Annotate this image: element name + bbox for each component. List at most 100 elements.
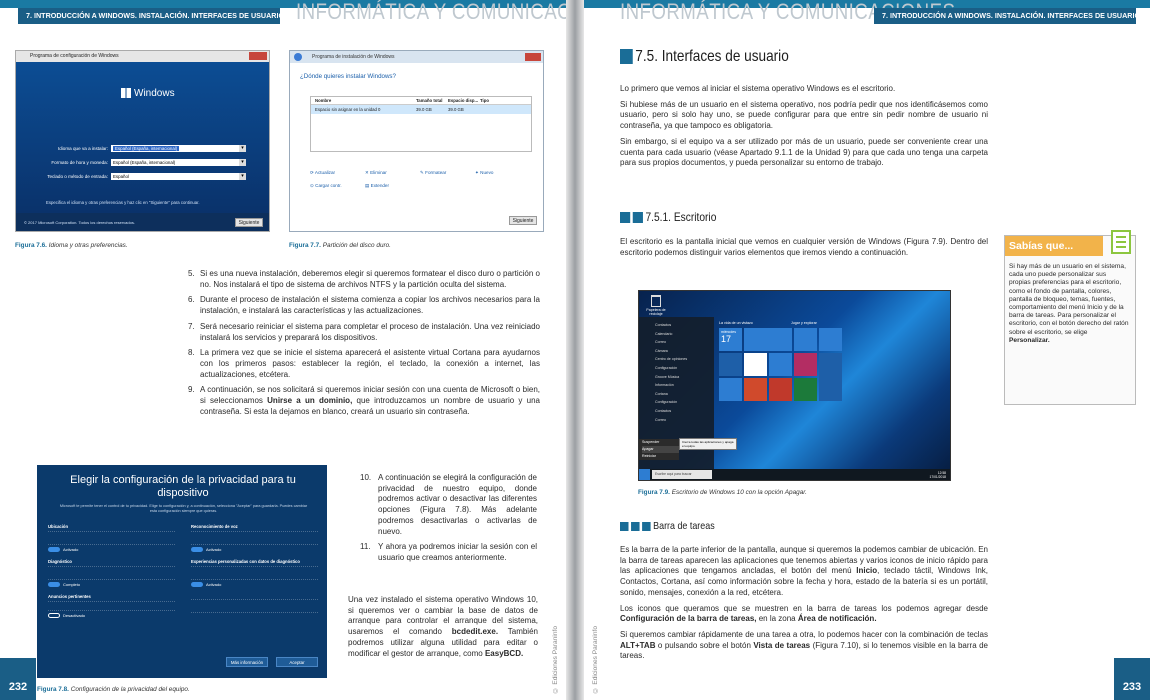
fig79-screenshot: Papelera de reciclaje Contactos Calendar… [638, 290, 951, 481]
tile[interactable] [769, 378, 792, 401]
list-item[interactable]: Correo [655, 338, 710, 347]
new-action[interactable]: ✦ Nuevo [475, 170, 520, 176]
note-icon [1111, 230, 1131, 254]
toggle-switch[interactable] [191, 547, 203, 552]
chevron-down-icon: ▾ [239, 159, 246, 166]
window-titlebar: Programa de instalación de Windows [290, 51, 543, 63]
privacy-option: Reconocimiento de voz Activado [191, 524, 318, 552]
list-item[interactable]: Correo [655, 416, 710, 425]
list-item[interactable]: Configuración [655, 398, 710, 407]
table-header: Nombre Tamaño total Espacio disp... Tipo [311, 97, 531, 105]
window-title: Programa de configuración de Windows [30, 53, 119, 59]
page-number: 233 [1114, 658, 1150, 700]
windows-logo-icon [121, 88, 131, 99]
list-item[interactable]: Cámara [655, 347, 710, 356]
list-item: 5. Si es una nueva instalación, deberemos… [188, 269, 540, 289]
install-question: ¿Dónde quieres instalar Windows? [300, 73, 396, 80]
tile[interactable] [744, 378, 767, 401]
fig78-caption: Figura 7.8. Configuración de la privacid… [37, 686, 190, 693]
tile[interactable] [744, 353, 767, 376]
list-item[interactable]: Groove Música [655, 373, 710, 382]
fig76-screenshot: Programa de configuración de Windows Win… [15, 50, 270, 232]
tile[interactable] [794, 378, 817, 401]
sabias-title: Sabías que... [1005, 236, 1103, 256]
recycle-bin[interactable]: Papelera de reciclaje [645, 295, 667, 316]
partition-table: Nombre Tamaño total Espacio disp... Tipo… [310, 96, 532, 152]
list-item: 9. A continuación, se nos solicitará si q… [188, 385, 540, 416]
list-item: 8. La primera vez que se inicie el sistem… [188, 348, 540, 379]
side-credit: © Ediciones Paraninfo [592, 626, 599, 694]
next-button[interactable]: Siguiente [509, 216, 537, 225]
list-item[interactable]: Contactos [655, 407, 710, 416]
format-select[interactable]: Español (España, internacional) ▾ [111, 159, 246, 166]
close-icon[interactable] [525, 53, 541, 61]
intro-text: Lo primero que vemos al iniciar el siste… [620, 84, 988, 168]
weather-tile[interactable] [794, 328, 817, 351]
fig79-caption: Figura 7.9. Escritorio de Windows 10 con… [638, 489, 807, 496]
toggle-switch[interactable] [48, 547, 60, 552]
app-list: Contactos Calendario Correo Cámara Centr… [639, 317, 714, 424]
clock: 12:58 17/01/2018 [929, 470, 946, 479]
next-button[interactable]: Siguiente [235, 218, 263, 227]
photos-tile[interactable] [769, 353, 792, 376]
shutdown-option[interactable]: Apagar [642, 446, 679, 453]
subsection-heading: 7.5.1. Escritorio [620, 210, 716, 224]
list-item[interactable]: Centro de opiniones [655, 355, 710, 364]
toggle-switch[interactable] [191, 582, 203, 587]
skype-tile[interactable] [719, 378, 742, 401]
load-driver-action[interactable]: ⊙ Cargar contr. [310, 183, 365, 189]
subsubsection-heading: Barra de tareas [620, 520, 715, 532]
start-button-icon[interactable] [639, 469, 650, 480]
accept-button[interactable]: Aceptar [276, 657, 318, 667]
format-action[interactable]: ✎ Formatear [420, 170, 475, 176]
power-menu: Suspender Apagar Reiniciar [639, 439, 679, 460]
list-item[interactable]: Cortana [655, 390, 710, 399]
form-label: Formato de hora y moneda: [51, 160, 108, 165]
left-page: 7. INTRODUCCIÓN A WINDOWS. INSTALACIÓN. … [0, 0, 566, 700]
toggle-switch[interactable] [48, 613, 60, 618]
recycle-bin-icon [651, 295, 661, 307]
book-gutter [566, 0, 584, 700]
calendar-tile[interactable]: miércoles 17 [719, 328, 742, 351]
extend-action[interactable]: ▤ Extender [365, 183, 420, 189]
fig77-caption: Figura 7.7. Partición del disco duro. [289, 242, 391, 249]
list-item[interactable]: Información [655, 381, 710, 390]
mail-tile[interactable] [744, 328, 792, 351]
privacy-option [191, 594, 318, 618]
table-row[interactable]: Espacio sin asignar en la unidad 0 39.0 … [311, 105, 531, 114]
sabias-text: Si hay más de un usuario en el sistema, … [1009, 263, 1129, 344]
restart-option[interactable]: Reiniciar [642, 453, 679, 460]
setup-hint: Especifica el idioma y otras preferencia… [46, 200, 200, 205]
form-row: Idioma que va a instalar: Español (Españ… [36, 145, 246, 152]
section-heading: 7.5. Interfaces de usuario [620, 48, 789, 66]
heading-square-icon [631, 521, 640, 531]
form-label: Teclado o método de entrada: [47, 174, 108, 179]
tile-group-label: Jugar y explorar [791, 321, 817, 325]
steps-list: 5. Si es una nueva instalación, deberemos… [188, 269, 540, 422]
tile[interactable] [794, 353, 817, 376]
list-item: 11. Y ahora ya podremos iniciar la sesión… [360, 542, 537, 562]
search-input[interactable]: Escribe aquí para buscar [652, 470, 712, 479]
chevron-down-icon: ▾ [239, 145, 246, 152]
more-info-button[interactable]: Más información [226, 657, 268, 667]
toggle-switch[interactable] [48, 582, 60, 587]
back-arrow-icon[interactable] [294, 53, 302, 61]
close-icon[interactable] [249, 52, 267, 60]
tile[interactable] [819, 353, 842, 401]
fig77-screenshot: Programa de instalación de Windows ¿Dónd… [289, 50, 544, 232]
keyboard-select[interactable]: Español ▾ [111, 173, 246, 180]
edge-tile[interactable] [719, 353, 742, 376]
delete-action[interactable]: ✕ Eliminar [365, 170, 420, 176]
list-item[interactable]: Configuración [655, 364, 710, 373]
language-select[interactable]: Español (España, internacional) ▾ [111, 145, 246, 152]
refresh-action[interactable]: ⟳ Actualizar [310, 170, 365, 176]
fig78-screenshot: Elegir la configuración de la privacidad… [37, 465, 327, 678]
list-item[interactable]: Contactos [655, 321, 710, 330]
start-menu-list: Contactos Calendario Correo Cámara Centr… [639, 317, 737, 470]
tile[interactable] [819, 328, 842, 351]
taskbar: Escribe aquí para buscar 12:58 17/01/2018 [639, 469, 950, 480]
list-item[interactable]: Calendario [655, 330, 710, 339]
suspend-option[interactable]: Suspender [642, 439, 679, 446]
closing-paragraph: Una vez instalado el sistema operativo W… [348, 595, 538, 658]
side-credit: © Ediciones Paraninfo [552, 626, 559, 694]
